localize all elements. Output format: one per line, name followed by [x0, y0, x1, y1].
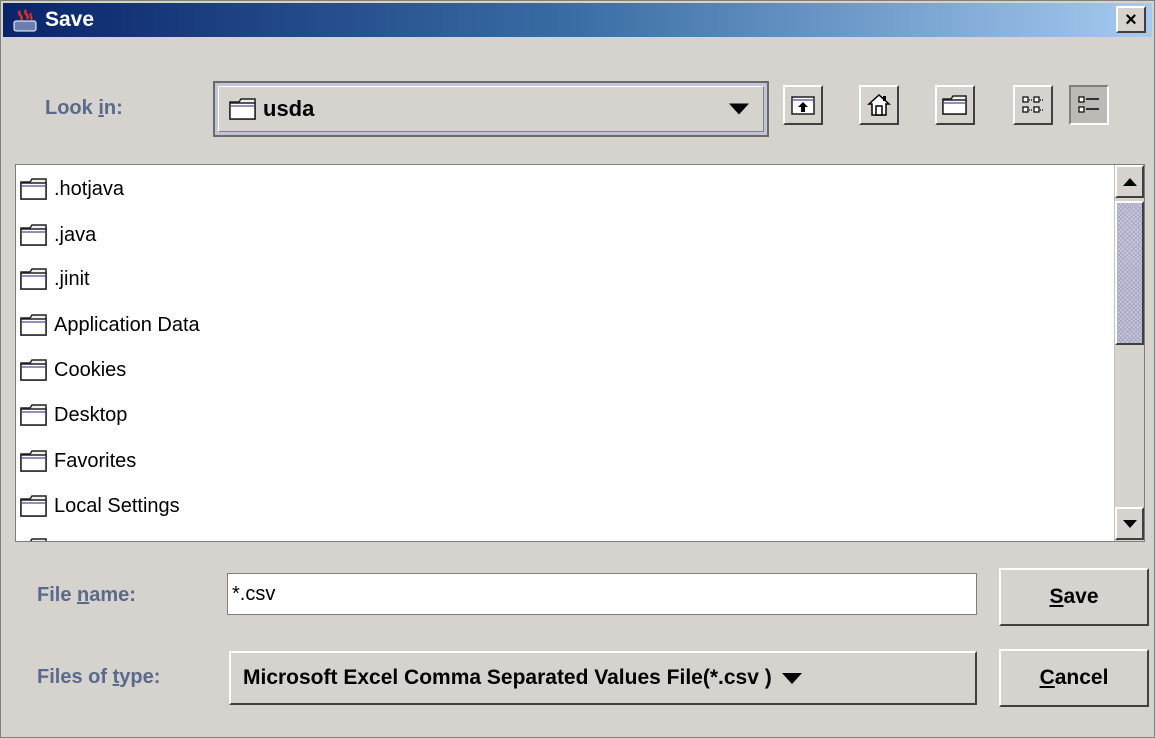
files-of-type-label-part: ype:	[119, 666, 161, 688]
file-name: Desktop	[54, 403, 128, 426]
save-dialog: Save × Look in: usda .hotjava .java .jin…	[0, 0, 1155, 738]
file-name-label-part: File	[37, 584, 78, 606]
title-bar[interactable]: Save ×	[3, 3, 1152, 37]
file-name-label-part: ame:	[89, 584, 136, 606]
folder-icon	[20, 495, 47, 517]
look-in-label: Look in:	[45, 97, 123, 120]
details-view-button[interactable]	[1069, 85, 1109, 125]
home-button[interactable]	[859, 85, 899, 125]
close-button[interactable]: ×	[1116, 6, 1146, 33]
cancel-mnemonic: C	[1039, 666, 1055, 689]
look-in-label-part: n:	[103, 97, 123, 119]
cancel-label: ancel	[1054, 666, 1109, 689]
java-app-icon	[11, 6, 39, 34]
look-in-dropdown-inner[interactable]: usda	[218, 86, 764, 132]
look-in-value: usda	[263, 96, 315, 121]
up-one-level-button[interactable]	[783, 85, 823, 125]
list-item[interactable]: Favorites	[20, 439, 136, 483]
list-view-icon	[1022, 96, 1043, 113]
list-item[interactable]	[20, 527, 48, 541]
file-name: Local Settings	[54, 494, 180, 517]
files-of-type-dropdown[interactable]: Microsoft Excel Comma Separated Values F…	[229, 651, 977, 705]
file-name: .hotjava	[54, 177, 125, 200]
close-icon: ×	[1125, 8, 1137, 31]
list-item[interactable]: Desktop	[20, 393, 127, 437]
folder-icon	[20, 404, 47, 426]
file-name: Application Data	[54, 313, 200, 336]
file-name: Cookies	[54, 358, 127, 381]
file-name: .jinit	[54, 267, 90, 290]
chevron-down-icon	[729, 103, 749, 115]
folder-icon	[29, 538, 47, 541]
vertical-scrollbar[interactable]	[1114, 165, 1144, 541]
scroll-up-button[interactable]	[1115, 165, 1144, 198]
new-folder-button[interactable]	[935, 85, 975, 125]
folder-icon	[20, 450, 47, 472]
save-mnemonic: S	[1049, 585, 1064, 608]
list-item[interactable]: Local Settings	[20, 484, 180, 528]
scroll-down-button[interactable]	[1115, 507, 1144, 540]
list-item[interactable]: .java	[20, 213, 96, 257]
window-title: Save	[45, 8, 95, 31]
file-name-label: File name:	[37, 584, 136, 607]
save-button[interactable]: Save	[999, 568, 1149, 626]
list-item[interactable]: Application Data	[20, 303, 200, 347]
file-list[interactable]: .hotjava .java .jinit Application Data C…	[15, 164, 1145, 542]
up-one-level-icon	[791, 96, 815, 115]
home-icon	[867, 93, 891, 116]
folder-icon	[20, 314, 47, 336]
folder-icon	[20, 268, 47, 290]
scroll-thumb[interactable]	[1115, 201, 1144, 345]
files-of-type-label-part: Files of	[37, 666, 113, 688]
list-item[interactable]: .hotjava	[20, 167, 124, 211]
cancel-button[interactable]: Cancel	[999, 649, 1149, 707]
arrow-down-icon	[1122, 519, 1137, 528]
look-in-dropdown[interactable]: usda	[213, 81, 769, 137]
folder-icon	[20, 224, 47, 246]
file-name-input[interactable]	[227, 573, 977, 615]
arrow-up-icon	[1122, 177, 1137, 186]
file-name: .java	[54, 223, 97, 246]
folder-icon	[20, 178, 47, 200]
save-label: ave	[1063, 585, 1099, 608]
new-folder-icon	[942, 95, 967, 115]
file-name-mnemonic: n	[77, 584, 90, 606]
folder-icon	[229, 98, 257, 120]
chevron-down-icon	[781, 672, 802, 684]
details-view-icon	[1078, 96, 1099, 113]
list-item[interactable]: .jinit	[20, 257, 90, 301]
file-name: Favorites	[54, 449, 137, 472]
list-view-button[interactable]	[1013, 85, 1053, 125]
files-of-type-value: Microsoft Excel Comma Separated Values F…	[243, 666, 772, 689]
folder-icon	[20, 359, 47, 381]
files-of-type-label: Files of type:	[37, 666, 160, 689]
list-item[interactable]: Cookies	[20, 348, 126, 392]
look-in-label-part: Look	[45, 97, 99, 119]
